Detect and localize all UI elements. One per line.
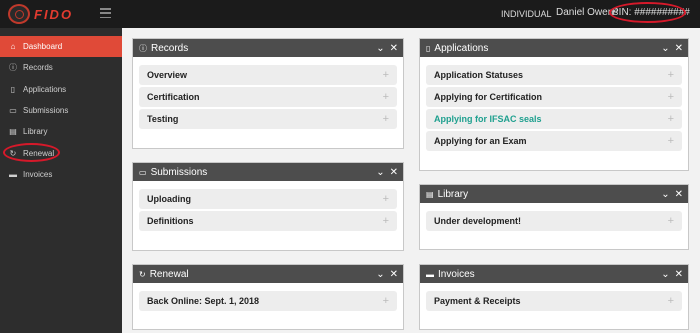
library-panel: ▤ Library ⌄ ✕ Under development! + <box>419 184 689 250</box>
sidebar-item-label: Invoices <box>23 169 53 179</box>
close-icon[interactable]: ✕ <box>675 43 683 54</box>
panel-title: Applications <box>434 42 489 54</box>
plus-icon[interactable]: + <box>383 193 389 205</box>
logo[interactable]: FIDO <box>8 4 73 24</box>
panel-row[interactable]: Definitions + <box>139 211 397 231</box>
collapse-icon[interactable]: ⌄ <box>376 269 384 280</box>
plus-icon[interactable]: + <box>668 69 674 81</box>
panel-header: ↻ Renewal ⌄ ✕ <box>133 265 403 283</box>
collapse-icon[interactable]: ⌄ <box>376 43 384 54</box>
invoices-panel: ▬ Invoices ⌄ ✕ Payment & Receipts + <box>419 264 689 330</box>
panel-row[interactable]: Uploading + <box>139 189 397 209</box>
sidebar-item-renewal[interactable]: ↻ Renewal <box>0 142 122 163</box>
sidebar-item-submissions[interactable]: ▭ Submissions <box>0 100 122 121</box>
inbox-icon: ▭ <box>9 106 17 116</box>
plus-icon[interactable]: + <box>383 215 389 227</box>
panel-title: Renewal <box>149 268 189 280</box>
plus-icon[interactable]: + <box>668 295 674 307</box>
sidebar: ⌂ Dashboard ⓘ Records ▯ Applications ▭ S… <box>0 28 122 333</box>
plus-icon[interactable]: + <box>383 91 389 103</box>
collapse-icon[interactable]: ⌄ <box>661 43 669 54</box>
sidebar-item-label: Records <box>23 63 53 73</box>
plus-icon[interactable]: + <box>668 215 674 227</box>
sidebar-item-label: Dashboard <box>23 42 63 52</box>
close-icon[interactable]: ✕ <box>390 269 398 280</box>
logo-text: FIDO <box>34 6 74 22</box>
plus-icon[interactable]: + <box>668 91 674 103</box>
user-role: INDIVIDUAL <box>501 9 552 19</box>
plus-icon[interactable]: + <box>383 113 389 125</box>
sidebar-item-label: Applications <box>23 84 67 94</box>
panel-row[interactable]: Applying for IFSAC seals + <box>426 109 682 129</box>
panel-title: Records <box>151 42 189 54</box>
plus-icon[interactable]: + <box>668 113 674 125</box>
plus-icon[interactable]: + <box>383 295 389 307</box>
menu-icon[interactable] <box>100 8 111 18</box>
panel-header: ⓘ Records ⌄ ✕ <box>133 39 403 57</box>
applications-panel: ▯ Applications ⌄ ✕ Application Statuses +… <box>419 38 689 171</box>
panel-header: ▯ Applications ⌄ ✕ <box>420 39 688 57</box>
sidebar-item-library[interactable]: ▤ Library <box>0 121 122 142</box>
panel-row[interactable]: Under development! + <box>426 211 682 231</box>
panel-row[interactable]: Back Online: Sept. 1, 2018 + <box>139 291 397 311</box>
panel-row[interactable]: Applying for Certification + <box>426 87 682 107</box>
inbox-icon: ▭ <box>139 167 147 177</box>
panel-row[interactable]: Application Statuses + <box>426 65 682 85</box>
sidebar-item-applications[interactable]: ▯ Applications <box>0 79 122 100</box>
panel-row[interactable]: Certification + <box>139 87 397 107</box>
card-icon: ▬ <box>9 169 17 179</box>
refresh-icon: ↻ <box>139 269 146 279</box>
submissions-panel: ▭ Submissions ⌄ ✕ Uploading + Definitions… <box>132 162 404 251</box>
logo-badge-icon <box>8 4 30 24</box>
sidebar-item-dashboard[interactable]: ⌂ Dashboard <box>0 36 122 58</box>
close-icon[interactable]: ✕ <box>675 269 683 280</box>
sidebar-item-records[interactable]: ⓘ Records <box>0 57 122 78</box>
top-bar: FIDO INDIVIDUAL Daniel Owens PIN: ######… <box>0 0 700 28</box>
panel-title: Invoices <box>438 268 475 280</box>
file-icon: ▯ <box>426 43 431 53</box>
close-icon[interactable]: ✕ <box>675 189 683 200</box>
info-icon: ⓘ <box>9 63 17 73</box>
file-icon: ▯ <box>10 84 16 94</box>
close-icon[interactable]: ✕ <box>390 43 398 54</box>
close-icon[interactable]: ✕ <box>390 167 398 178</box>
panel-header: ▤ Library ⌄ ✕ <box>420 185 688 203</box>
pin-highlight-annotation <box>609 2 686 23</box>
panel-header: ▭ Submissions ⌄ ✕ <box>133 163 403 181</box>
sidebar-item-invoices[interactable]: ▬ Invoices <box>0 164 122 185</box>
renewal-panel: ↻ Renewal ⌄ ✕ Back Online: Sept. 1, 2018… <box>132 264 404 330</box>
panel-row[interactable]: Testing + <box>139 109 397 129</box>
panel-header: ▬ Invoices ⌄ ✕ <box>420 265 688 283</box>
card-icon: ▬ <box>426 269 434 279</box>
sidebar-item-label: Library <box>23 127 48 137</box>
panel-row[interactable]: Payment & Receipts + <box>426 291 682 311</box>
panel-row[interactable]: Applying for an Exam + <box>426 131 682 151</box>
plus-icon[interactable]: + <box>668 135 674 147</box>
renewal-highlight-annotation <box>3 143 60 163</box>
info-icon: ⓘ <box>139 43 147 53</box>
collapse-icon[interactable]: ⌄ <box>661 189 669 200</box>
panel-title: Submissions <box>150 166 208 178</box>
panel-row[interactable]: Overview + <box>139 65 397 85</box>
book-icon: ▤ <box>426 189 434 199</box>
panel-title: Library <box>437 188 469 200</box>
records-panel: ⓘ Records ⌄ ✕ Overview + Certification + T… <box>132 38 404 149</box>
book-icon: ▤ <box>9 127 17 137</box>
home-icon: ⌂ <box>10 42 16 52</box>
collapse-icon[interactable]: ⌄ <box>661 269 669 280</box>
collapse-icon[interactable]: ⌄ <box>376 167 384 178</box>
sidebar-item-label: Submissions <box>23 106 69 116</box>
plus-icon[interactable]: + <box>383 69 389 81</box>
